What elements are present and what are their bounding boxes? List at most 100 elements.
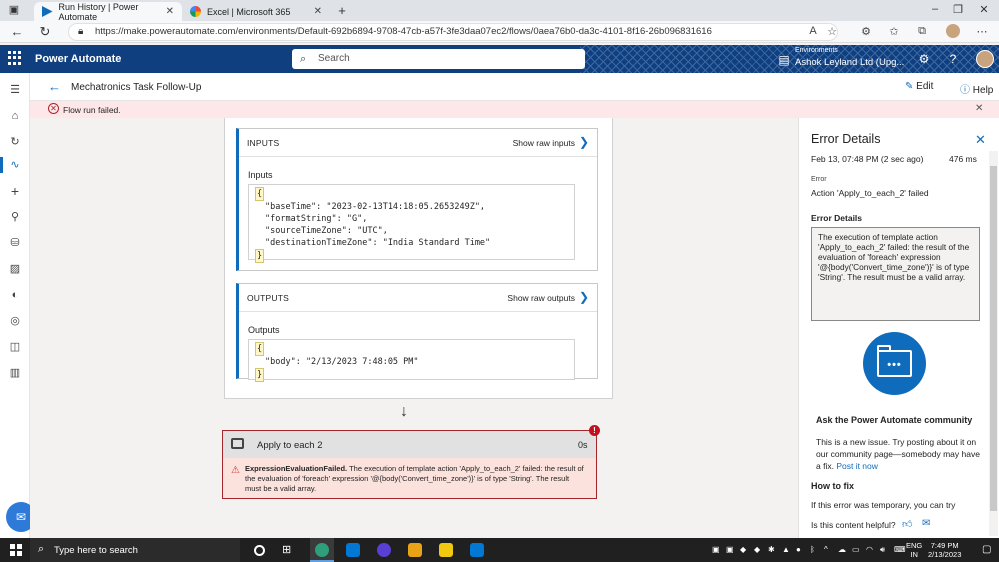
volume-icon[interactable]: 🔊︎ [880, 545, 885, 555]
edit-button[interactable]: ✎ Edit [905, 81, 933, 92]
refresh-icon[interactable]: ↻ [36, 24, 54, 40]
wifi-icon[interactable]: ◠ [866, 545, 873, 554]
favorite-star-icon[interactable]: ☆ [824, 25, 840, 38]
environment-icon[interactable]: ▤ [776, 53, 792, 67]
my-flows-icon[interactable]: ∿ [7, 157, 23, 173]
flow-canvas: INPUTS Show raw inputs ❯ Inputs { "baseT… [30, 118, 788, 538]
help-button[interactable]: ⓘ Help [960, 81, 993, 96]
read-aloud-icon[interactable]: A [805, 25, 821, 37]
tab-actions-icon[interactable]: ▣ [4, 3, 24, 16]
duration: 0s [578, 440, 588, 450]
edge-browser-icon[interactable] [315, 543, 329, 557]
windows-taskbar: ⌕ Type here to search ⊞ ▣ ▣ ◆ ◆ ✱ ▲ ● ᛒ … [0, 538, 999, 562]
tray-excel-icon[interactable]: ▣ [726, 545, 734, 554]
chevron-right-icon[interactable]: ❯ [579, 135, 589, 149]
ime-icon[interactable]: ⌨ [894, 545, 906, 554]
app-launcher-icon[interactable] [8, 51, 22, 65]
extensions-icon[interactable]: ⚙ [858, 25, 874, 38]
power-automate-favicon-icon [42, 6, 53, 17]
back-arrow-icon[interactable]: ← [48, 79, 61, 94]
taskbar-clock[interactable]: 7:49 PM 2/13/2023 [928, 541, 961, 559]
browser-tab-run-history[interactable]: Run History | Power Automate ✕ [34, 2, 182, 22]
data-icon[interactable]: ▨ [7, 261, 23, 277]
thumbs-up-icon[interactable]: 👍︎ [902, 518, 912, 530]
outlook-icon[interactable] [470, 543, 484, 557]
browser-tab-excel[interactable]: Excel | Microsoft 365 ✕ [182, 2, 330, 21]
error-circle-icon: ✕ [48, 103, 59, 114]
panel-close-icon[interactable]: ✕ [975, 132, 986, 148]
cortana-icon[interactable] [254, 545, 265, 556]
back-icon[interactable]: ← [8, 24, 26, 40]
favorites-icon[interactable]: ✩ [886, 25, 902, 38]
scrollbar-thumb[interactable] [990, 166, 997, 511]
help-question-icon[interactable]: ? [945, 52, 961, 66]
code-line: "sourceTimeZone": "UTC", [265, 226, 388, 236]
url-field[interactable]: 🔒︎ https://make.powerautomate.com/enviro… [68, 23, 838, 41]
create-plus-icon[interactable]: + [7, 183, 23, 199]
templates-icon[interactable]: ⚲ [7, 209, 23, 225]
media-player-icon[interactable] [377, 543, 391, 557]
task-view-icon[interactable]: ⊞ [282, 543, 296, 557]
minimize-icon[interactable]: – [925, 3, 945, 15]
canvas-scrollbar[interactable] [788, 118, 798, 538]
apply-to-each-card[interactable]: Apply to each 2 0s ⚠ ExpressionEvaluatio… [222, 430, 597, 499]
close-tab-icon[interactable]: ✕ [314, 6, 322, 17]
tray-app-icon[interactable]: ▲ [782, 545, 790, 554]
tray-app-icon[interactable]: ● [796, 545, 801, 554]
profile-avatar[interactable] [946, 24, 960, 38]
more-menu-icon[interactable]: ⋯ [974, 25, 990, 38]
learn-book-icon[interactable]: ▥ [7, 365, 23, 381]
bluetooth-icon[interactable]: ᛒ [810, 545, 815, 554]
taskbar-search-input[interactable]: ⌕ Type here to search [30, 538, 240, 562]
hamburger-menu-icon[interactable]: ☰ [7, 82, 23, 98]
divider [239, 311, 597, 312]
tray-app-icon[interactable]: ◆ [754, 545, 760, 554]
help-label: Help [972, 85, 994, 96]
monitor-icon[interactable]: ◐ [7, 287, 23, 303]
community-text: This is a new issue. Try posting about i… [816, 436, 981, 472]
tray-app-icon[interactable]: ◆ [740, 545, 746, 554]
left-nav: ☰ ⌂ ↻ ∿ + ⚲ ⛁ ▨ ◐ ◎ ◫ ▥ [0, 73, 30, 538]
file-explorer-icon[interactable] [408, 543, 422, 557]
notifications-icon[interactable]: ▢ [982, 544, 991, 555]
banner-close-icon[interactable]: ✕ [975, 103, 983, 114]
store-icon[interactable] [346, 543, 360, 557]
windows-start-icon[interactable] [10, 544, 22, 556]
tray-slack-icon[interactable]: ✱ [768, 545, 775, 554]
user-avatar[interactable] [976, 50, 994, 68]
approvals-icon[interactable]: ↻ [7, 134, 23, 150]
post-it-now-link[interactable]: Post it now [836, 461, 878, 471]
feedback-comment-icon[interactable]: ✉ [922, 518, 930, 529]
battery-icon[interactable]: ▭ [852, 545, 860, 554]
onedrive-icon[interactable]: ☁ [838, 545, 846, 554]
ai-builder-icon[interactable]: ◎ [7, 313, 23, 329]
chevron-right-icon[interactable]: ❯ [579, 290, 589, 304]
apply-to-each-header[interactable]: Apply to each 2 0s [223, 431, 596, 458]
window-close-icon[interactable]: ✕ [974, 3, 994, 16]
run-timestamp: Feb 13, 07:48 PM (2 sec ago) [811, 154, 924, 164]
restore-icon[interactable]: ❐ [948, 3, 968, 16]
search-input[interactable]: ⌕ Search [292, 49, 585, 69]
error-details-textarea[interactable]: The execution of template action 'Apply_… [811, 227, 980, 321]
tray-chevron-icon[interactable]: ^ [824, 545, 828, 554]
process-advisor-icon[interactable]: ◫ [7, 339, 23, 355]
language-indicator[interactable]: ENG IN [906, 541, 922, 559]
close-brace: } [255, 368, 265, 382]
flow-connector-arrow-icon: ↓ [400, 403, 408, 420]
connectors-icon[interactable]: ⛁ [7, 235, 23, 251]
settings-gear-icon[interactable]: ⚙ [916, 52, 932, 66]
show-raw-inputs-link[interactable]: Show raw inputs [513, 138, 575, 148]
home-icon[interactable]: ⌂ [7, 108, 23, 124]
show-raw-outputs-link[interactable]: Show raw outputs [507, 293, 575, 303]
brand-name[interactable]: Power Automate [35, 53, 121, 65]
error-banner: ✕ Flow run failed. ✕ [30, 101, 999, 118]
close-tab-icon[interactable]: ✕ [166, 6, 174, 17]
power-bi-icon[interactable] [439, 543, 453, 557]
help-circle-icon: ⓘ [960, 85, 970, 96]
environment-name[interactable]: Ashok Leyland Ltd (Upg... [795, 57, 904, 68]
collections-icon[interactable]: ⧉ [914, 25, 930, 38]
panel-scrollbar[interactable] [989, 151, 998, 536]
tray-outlook-icon[interactable]: ▣ [712, 545, 720, 554]
new-tab-icon[interactable]: + [332, 3, 352, 18]
search-icon: ⌕ [38, 543, 45, 555]
